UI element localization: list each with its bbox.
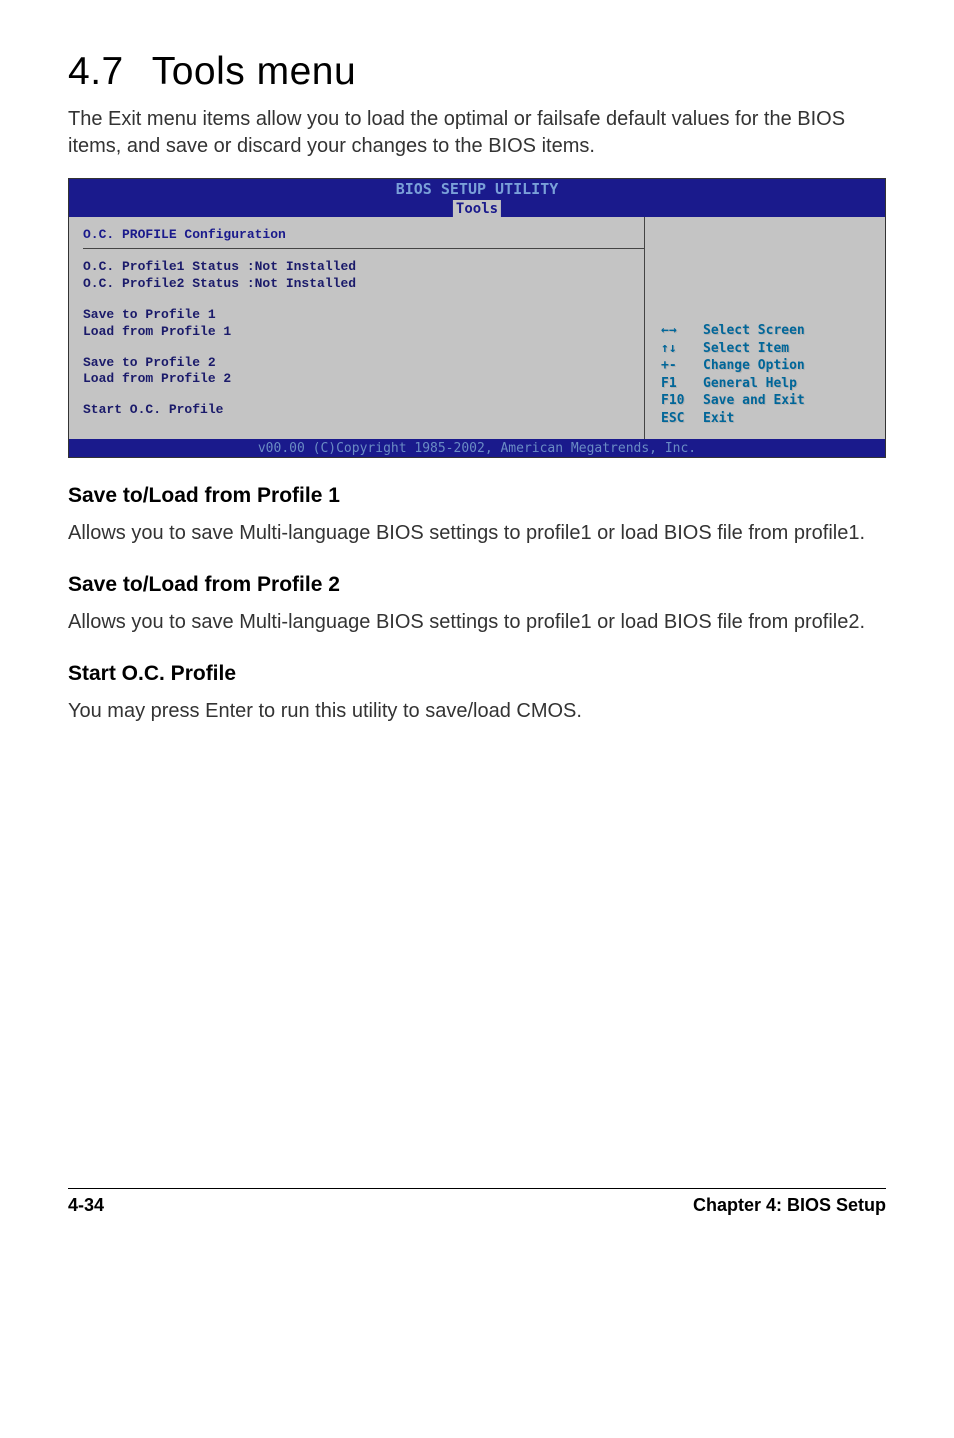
page-footer-wrap: 4-34 Chapter 4: BIOS Setup	[68, 1180, 886, 1216]
bios-tab-tools: Tools	[453, 200, 501, 217]
subheading-profile2: Save to/Load from Profile 2	[68, 573, 886, 597]
bios-screenshot: BIOS SETUP UTILITY Tools O.C. PROFILE Co…	[68, 178, 886, 458]
help-row: ESC Exit	[661, 410, 805, 428]
help-key-arrows-lr: ←→	[661, 322, 703, 340]
bios-load-profile2: Load from Profile 2	[83, 371, 644, 388]
bios-profile1-status: O.C. Profile1 Status :Not Installed	[83, 259, 644, 276]
help-row: F10 Save and Exit	[661, 392, 805, 410]
bios-save-profile2: Save to Profile 2	[83, 355, 644, 372]
section-title: Tools menu	[152, 50, 356, 93]
subheading-start-oc: Start O.C. Profile	[68, 662, 886, 686]
page-footer	[68, 1180, 886, 1188]
help-text-change-option: Change Option	[703, 357, 805, 375]
help-row: ←→ Select Screen	[661, 322, 805, 340]
help-text-save-exit: Save and Exit	[703, 392, 805, 410]
bios-body: O.C. PROFILE Configuration O.C. Profile1…	[69, 217, 885, 439]
paragraph-start-oc: You may press Enter to run this utility …	[68, 698, 886, 725]
bios-title: BIOS SETUP UTILITY	[396, 180, 559, 198]
bios-load-profile1: Load from Profile 1	[83, 324, 644, 341]
bios-save-profile1: Save to Profile 1	[83, 307, 644, 324]
paragraph-profile2: Allows you to save Multi-language BIOS s…	[68, 609, 886, 636]
bios-left-pane: O.C. PROFILE Configuration O.C. Profile1…	[69, 217, 645, 439]
help-row: F1 General Help	[661, 375, 805, 393]
bios-profile2-block: Save to Profile 2 Load from Profile 2	[83, 355, 644, 389]
bios-start-oc-block: Start O.C. Profile	[83, 402, 644, 419]
help-text-general-help: General Help	[703, 375, 797, 393]
help-key-f10: F10	[661, 392, 703, 410]
bios-right-pane: ←→ Select Screen ↑↓ Select Item +- Chang…	[645, 217, 885, 439]
help-row: ↑↓ Select Item	[661, 340, 805, 358]
section-number: 4.7	[68, 50, 124, 93]
help-key-f1: F1	[661, 375, 703, 393]
bios-profile1-block: Save to Profile 1 Load from Profile 1	[83, 307, 644, 341]
chapter-label: Chapter 4: BIOS Setup	[693, 1195, 886, 1216]
help-key-plus-minus: +-	[661, 357, 703, 375]
paragraph-profile1: Allows you to save Multi-language BIOS s…	[68, 520, 886, 547]
help-row: +- Change Option	[661, 357, 805, 375]
subheading-profile1: Save to/Load from Profile 1	[68, 484, 886, 508]
bios-header: BIOS SETUP UTILITY Tools	[69, 179, 885, 217]
bios-section-title: O.C. PROFILE Configuration	[83, 223, 644, 249]
bios-start-oc-profile: Start O.C. Profile	[83, 402, 644, 419]
help-key-arrows-ud: ↑↓	[661, 340, 703, 358]
help-text-exit: Exit	[703, 410, 734, 428]
help-text-select-screen: Select Screen	[703, 322, 805, 340]
help-text-select-item: Select Item	[703, 340, 789, 358]
bios-profile2-status: O.C. Profile2 Status :Not Installed	[83, 276, 644, 293]
help-key-esc: ESC	[661, 410, 703, 428]
page-number: 4-34	[68, 1195, 104, 1216]
intro-paragraph: The Exit menu items allow you to load th…	[68, 106, 886, 160]
bios-footer: v00.00 (C)Copyright 1985-2002, American …	[69, 439, 885, 457]
footer-rule	[68, 1188, 886, 1189]
section-heading: 4.7 Tools menu	[68, 50, 886, 94]
bios-status-block: O.C. Profile1 Status :Not Installed O.C.…	[83, 259, 644, 293]
